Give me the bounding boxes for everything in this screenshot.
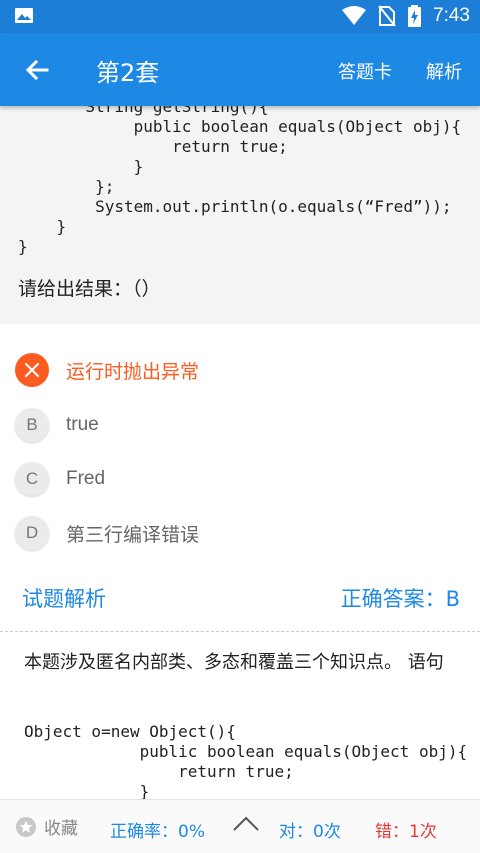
close-icon bbox=[24, 362, 40, 378]
option-c-text: Fred bbox=[66, 468, 106, 489]
chevron-up-icon[interactable] bbox=[231, 812, 261, 836]
analysis-code: Object o=new Object(){ public boolean eq… bbox=[24, 722, 468, 799]
question-prompt: 请给出结果：（） bbox=[18, 278, 161, 300]
analysis-button[interactable]: 解析 bbox=[426, 58, 462, 84]
star-icon bbox=[16, 816, 36, 837]
question-panel: String getString(){ public boolean equal… bbox=[0, 106, 480, 324]
option-a-marker bbox=[15, 353, 49, 387]
favorite-label: 收藏 bbox=[44, 819, 78, 839]
option-a-text: 运行时抛出异常 bbox=[66, 360, 200, 383]
option-b[interactable]: B true bbox=[15, 407, 465, 443]
page-title: 第2套 bbox=[96, 59, 160, 87]
status-icons: 7:43 bbox=[342, 5, 470, 27]
option-b-letter: B bbox=[15, 408, 49, 442]
image-icon bbox=[15, 8, 33, 23]
right-count: 对：0次 bbox=[279, 822, 341, 842]
analysis-text: 本题涉及匿名内部类、多态和覆盖三个知识点。 语句 bbox=[24, 652, 444, 673]
analysis-body: 本题涉及匿名内部类、多态和覆盖三个知识点。 语句 Object o=new Ob… bbox=[0, 632, 480, 799]
status-time: 7:43 bbox=[433, 5, 470, 26]
bottom-bar: 收藏 正确率：0% 对：0次 错：1次 bbox=[0, 799, 480, 853]
option-c[interactable]: C Fred bbox=[15, 461, 465, 497]
option-d-text: 第三行编译错误 bbox=[66, 523, 200, 546]
arrow-left-icon[interactable] bbox=[20, 53, 54, 87]
favorite-button[interactable]: 收藏 bbox=[16, 814, 78, 839]
accuracy-rate: 正确率：0% bbox=[110, 822, 205, 842]
option-d[interactable]: D 第三行编译错误 bbox=[15, 515, 465, 551]
option-b-text: true bbox=[66, 414, 99, 435]
no-sim-icon bbox=[378, 5, 396, 27]
app-bar: 第2套 答题卡 解析 bbox=[0, 33, 480, 106]
option-d-letter: D bbox=[15, 516, 49, 550]
status-bar: 7:43 bbox=[0, 0, 480, 33]
option-c-letter: C bbox=[15, 462, 49, 496]
correct-answer: 正确答案：B bbox=[340, 587, 460, 611]
option-a[interactable]: 运行时抛出异常 bbox=[15, 352, 465, 388]
question-code: String getString(){ public boolean equal… bbox=[18, 106, 462, 256]
analysis-title: 试题解析 bbox=[22, 587, 106, 611]
battery-charging-icon bbox=[408, 5, 422, 27]
wifi-icon bbox=[342, 6, 367, 25]
wrong-count: 错：1次 bbox=[375, 822, 437, 842]
answer-card-button[interactable]: 答题卡 bbox=[338, 58, 392, 84]
